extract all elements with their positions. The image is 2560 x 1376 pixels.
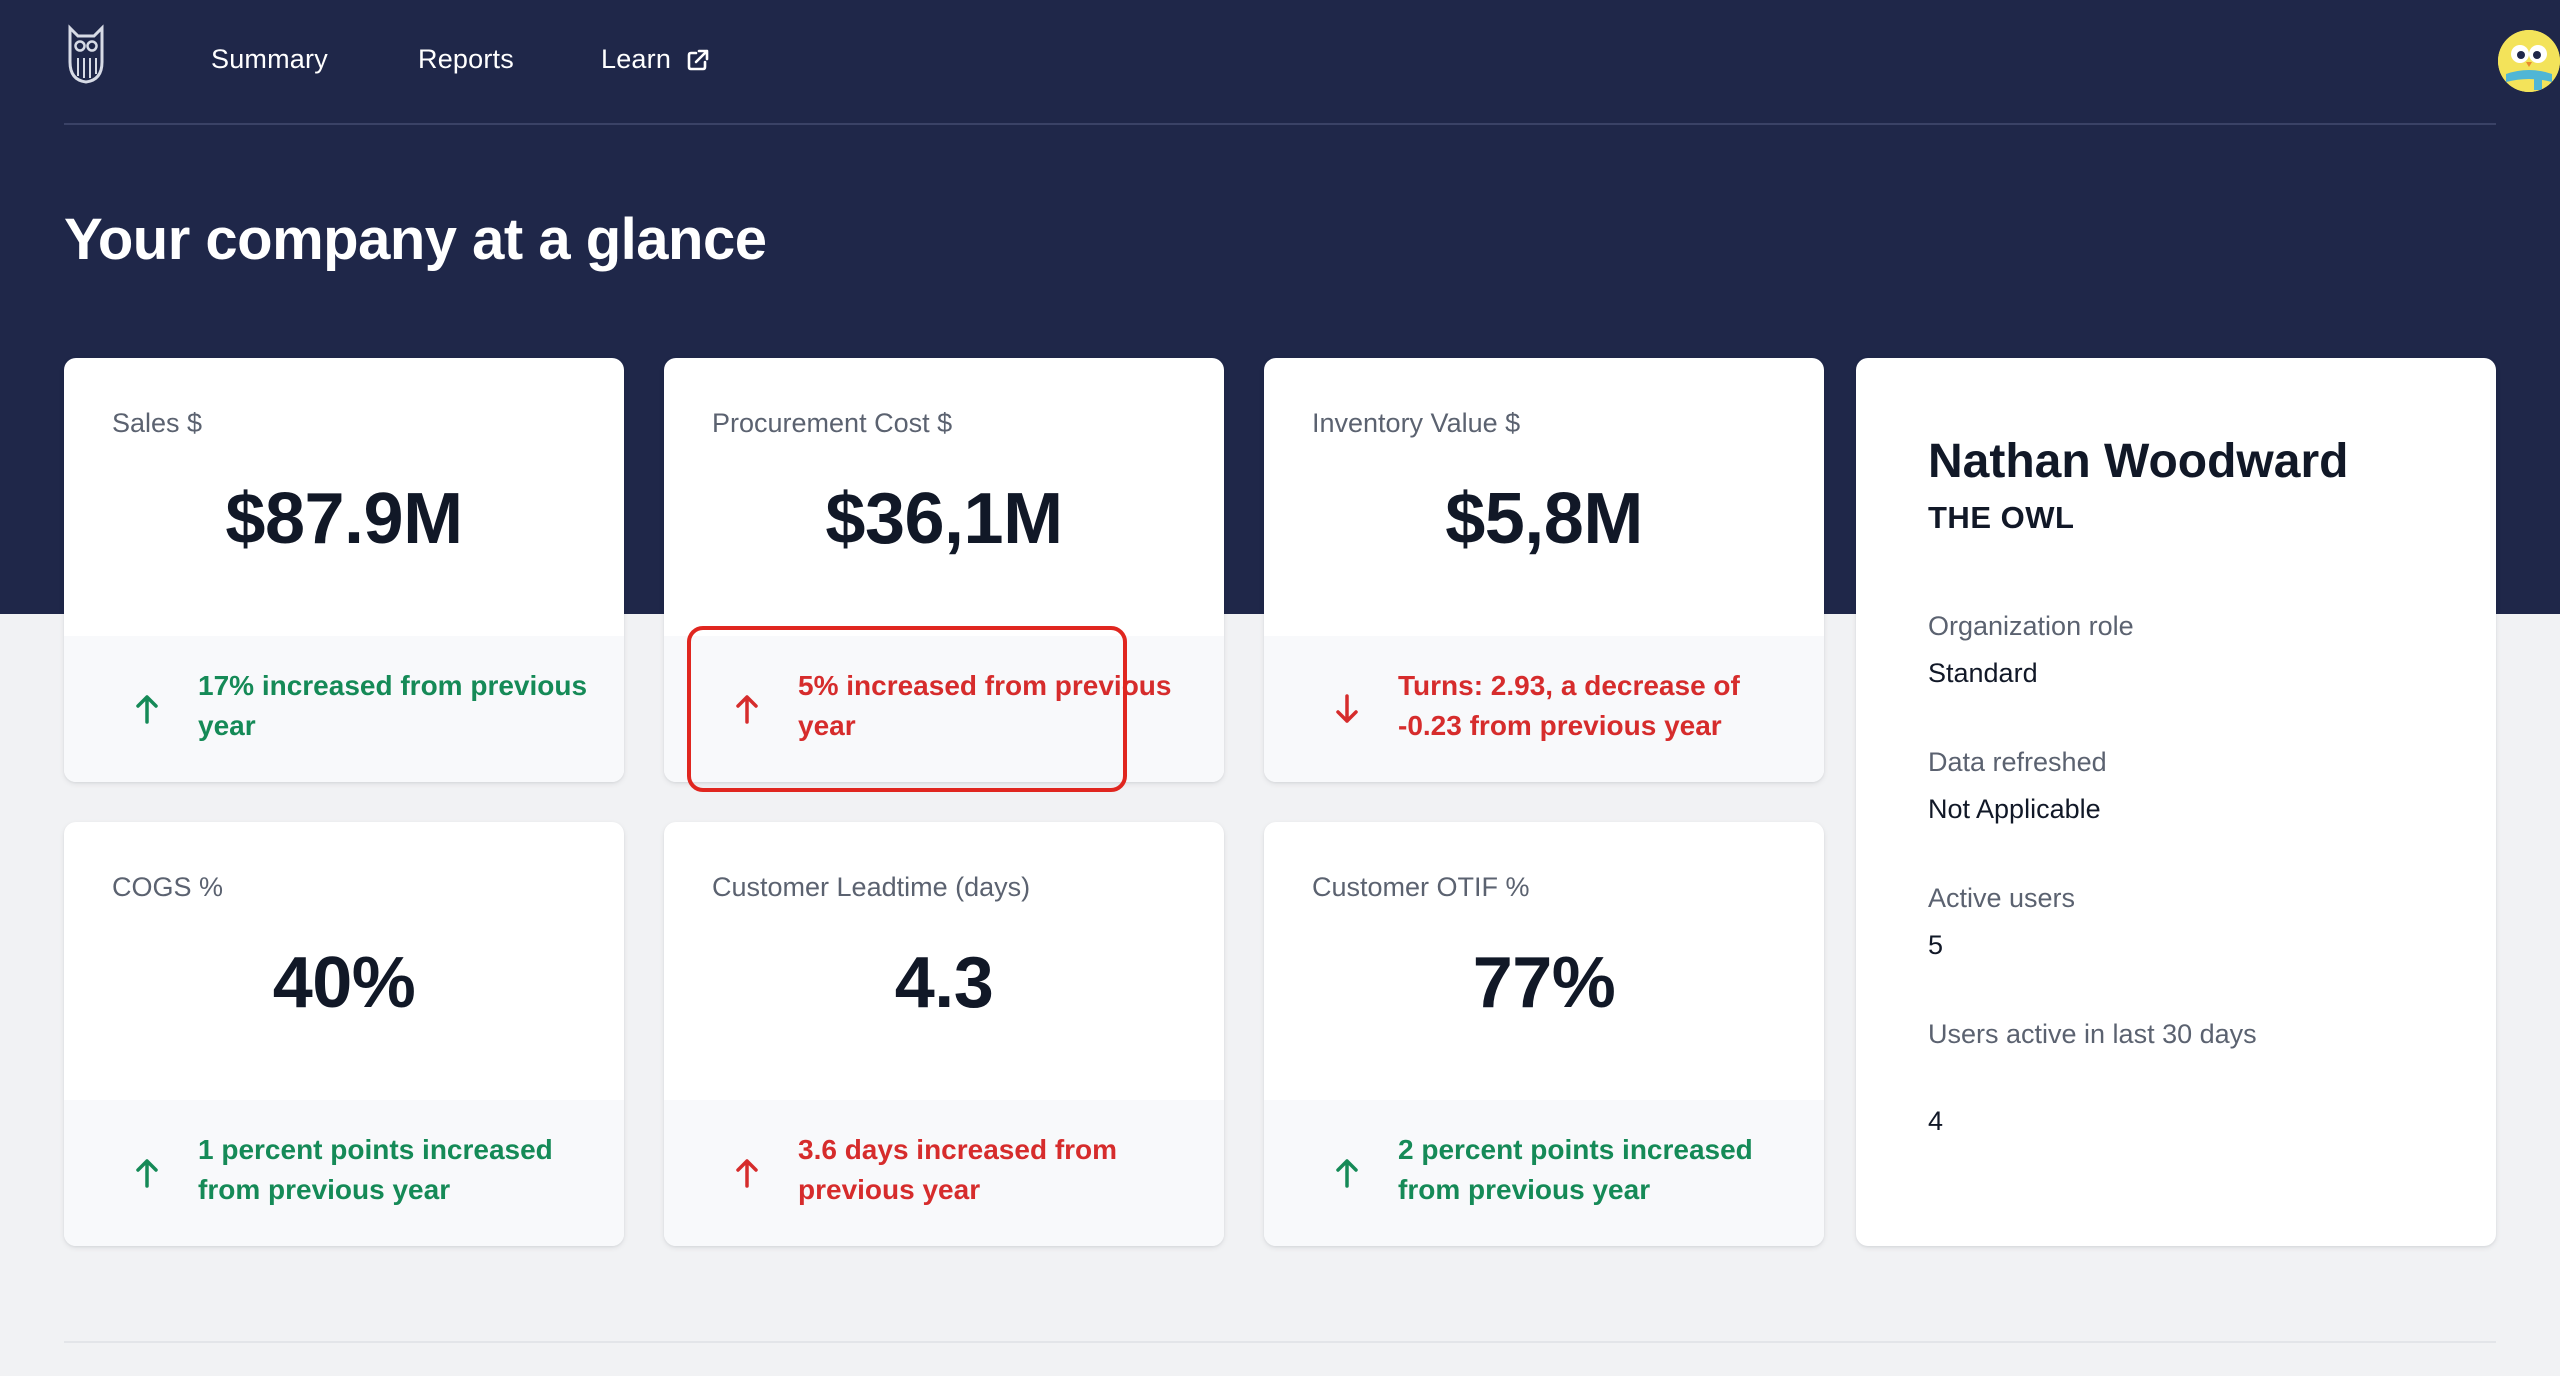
field-value-data-refreshed: Not Applicable [1928, 794, 2101, 824]
trend-text: 17% increased from previous year [198, 670, 588, 741]
external-link-icon [687, 49, 709, 70]
metric-card-inventory-value[interactable]: Inventory Value $ $5,8M Turns: 2.93, a d… [1264, 358, 1824, 782]
card-trend: 17% increased from previous year [64, 636, 624, 782]
metric-card-cogs[interactable]: COGS % 40% 1 percent points increased fr… [64, 822, 624, 1246]
arrow-up-icon [1336, 1159, 1358, 1188]
card-value: $36,1M [825, 479, 1063, 559]
profile-subtitle: THE OWL [1928, 500, 2075, 535]
page-title: Your company at a glance [64, 207, 767, 272]
card-trend: 5% increased from previous year [664, 636, 1224, 782]
card-label: Customer Leadtime (days) [712, 872, 1031, 902]
card-trend: 1 percent points increased from previous… [64, 1100, 624, 1246]
card-label: Customer OTIF % [1312, 872, 1530, 902]
field-value-organization-role: Standard [1928, 658, 2038, 688]
trend-text: 3.6 days increased from previous year [798, 1134, 1118, 1205]
card-value: 77% [1472, 943, 1616, 1023]
card-label: Procurement Cost $ [712, 408, 953, 438]
card-value: 40% [272, 943, 416, 1023]
metric-card-procurement-cost[interactable]: Procurement Cost $ $36,1M 5% increased f… [664, 358, 1224, 782]
nav-reports[interactable]: Reports [418, 44, 514, 75]
trend-text: 5% increased from previous year [798, 670, 1172, 741]
metric-card-customer-leadtime[interactable]: Customer Leadtime (days) 4.3 3.6 days in… [664, 822, 1224, 1246]
profile-card: Nathan Woodward THE OWL Organization rol… [1856, 358, 2496, 1246]
nav-summary[interactable]: Summary [211, 44, 328, 75]
arrow-up-icon [736, 695, 758, 724]
top-navigation: Summary Reports Learn [64, 0, 2560, 125]
arrow-up-icon [136, 695, 158, 724]
card-trend: 2 percent points increased from previous… [1264, 1100, 1824, 1246]
nav-reports-label: Reports [418, 44, 514, 74]
field-label-data-refreshed: Data refreshed [1928, 747, 2107, 777]
trend-text: 1 percent points increased from previous… [198, 1134, 553, 1205]
arrow-up-icon [736, 1159, 758, 1188]
card-trend: Turns: 2.93, a decrease of -0.23 from pr… [1264, 636, 1824, 782]
arrow-up-icon [136, 1159, 158, 1188]
owl-logo-icon[interactable] [66, 22, 106, 86]
field-value-active-users: 5 [1928, 930, 1944, 960]
card-label: COGS % [112, 872, 224, 902]
card-value: $87.9M [225, 479, 463, 559]
card-value: 4.3 [894, 943, 994, 1023]
bottom-divider [64, 1341, 2496, 1343]
owl-avatar-icon[interactable] [2498, 30, 2560, 92]
card-trend: 3.6 days increased from previous year [664, 1100, 1224, 1246]
card-label: Sales $ [112, 408, 203, 438]
nav-summary-label: Summary [211, 44, 328, 74]
card-value: $5,8M [1445, 479, 1643, 559]
nav-learn[interactable]: Learn [601, 44, 711, 75]
metric-card-customer-otif[interactable]: Customer OTIF % 77% 2 percent points inc… [1264, 822, 1824, 1246]
arrow-down-icon [1336, 694, 1358, 723]
field-label-active-users: Active users [1928, 883, 2076, 913]
profile-name: Nathan Woodward [1928, 435, 2349, 488]
metric-card-sales[interactable]: Sales $ $87.9M 17% increased from previo… [64, 358, 624, 782]
field-label-organization-role: Organization role [1928, 611, 2134, 641]
card-label: Inventory Value $ [1312, 408, 1521, 438]
trend-text: Turns: 2.93, a decrease of -0.23 from pr… [1398, 670, 1740, 741]
field-value-users-active-last-30-days: 4 [1928, 1106, 1944, 1136]
trend-text: 2 percent points increased from previous… [1398, 1134, 1753, 1205]
nav-learn-label: Learn [601, 44, 672, 74]
field-label-users-active-last-30-days: Users active in last 30 days [1928, 1019, 2257, 1049]
